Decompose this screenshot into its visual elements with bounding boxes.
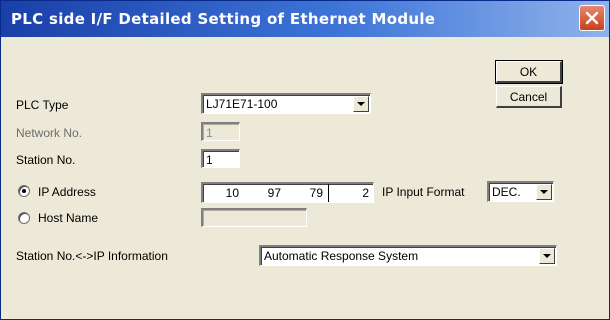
plc-type-select[interactable]: LJ71E71-100 [201,93,371,114]
ip-octet-1[interactable]: 10 [205,186,239,200]
close-icon [585,11,599,25]
network-no-label: Network No. [16,126,83,140]
chevron-down-icon [543,254,551,258]
title-bar[interactable]: PLC side I/F Detailed Setting of Etherne… [1,1,609,37]
ip-address-radio[interactable] [18,185,30,197]
host-name-field [201,208,307,227]
dialog-title: PLC side I/F Detailed Setting of Etherne… [11,10,436,28]
ip-input-format-value: DEC. [492,185,521,199]
station-no-field[interactable]: 1 [201,149,240,168]
network-no-field: 1 [201,122,240,141]
station-no-value: 1 [206,153,213,167]
ip-octet-divider [328,184,329,202]
station-no-label: Station No. [16,153,76,167]
station-ip-info-value: Automatic Response System [264,249,419,263]
cancel-button-label: Cancel [509,89,548,104]
radio-selected-dot [22,189,26,193]
plc-type-value: LJ71E71-100 [206,97,278,111]
close-button[interactable] [579,5,605,31]
chevron-down-icon [357,102,365,106]
station-ip-info-select[interactable]: Automatic Response System [259,245,557,266]
plc-type-dropdown-button[interactable] [353,96,369,112]
ip-input-format-select[interactable]: DEC. [487,181,554,202]
plc-type-label: PLC Type [16,98,69,112]
network-no-value: 1 [206,126,213,140]
host-name-label: Host Name [38,211,99,225]
ip-input-format-dropdown-button[interactable] [536,184,552,200]
dialog-window: PLC side I/F Detailed Setting of Etherne… [0,0,610,320]
cancel-button[interactable]: Cancel [496,86,562,108]
host-name-radio[interactable] [18,212,30,224]
chevron-down-icon [540,190,548,194]
ok-button-label: OK [519,64,538,79]
ip-octet-2[interactable]: 97 [247,186,281,200]
ip-octet-3[interactable]: 79 [289,186,323,200]
ip-octet-4[interactable]: 2 [331,186,369,200]
station-ip-info-dropdown-button[interactable] [539,248,555,264]
ip-input-format-label: IP Input Format [382,185,465,199]
ip-address-field[interactable]: 10 97 79 2 [201,182,374,203]
station-ip-info-label: Station No.<->IP Information [16,249,168,263]
ip-address-label: IP Address [38,185,96,199]
ok-button[interactable]: OK [495,60,563,84]
